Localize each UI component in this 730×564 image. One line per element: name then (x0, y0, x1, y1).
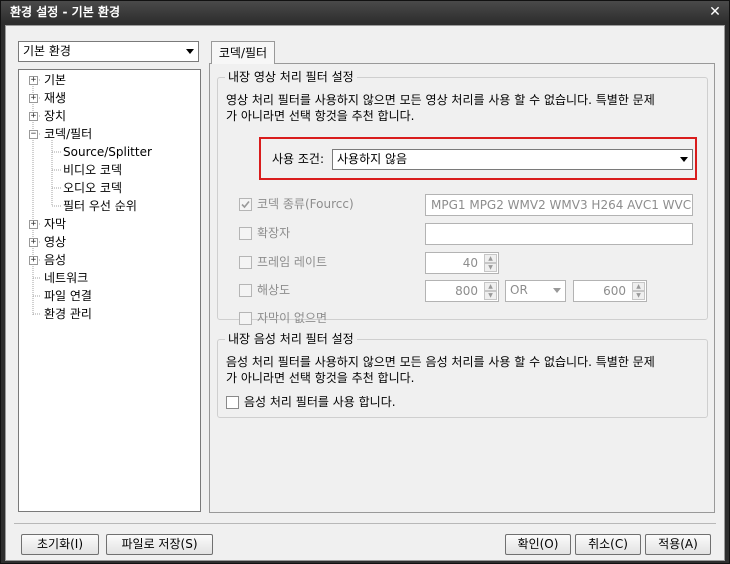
expand-icon[interactable]: + (29, 112, 38, 121)
chevron-down-icon (553, 288, 561, 293)
tree-item-audio[interactable]: 음성 (44, 252, 66, 268)
resolution-checkbox[interactable] (239, 284, 252, 297)
spin-up-icon[interactable]: ▲ (632, 282, 645, 291)
framerate-stepper[interactable]: 40 ▲ ▼ (425, 252, 499, 274)
ok-button[interactable]: 확인(O) (505, 534, 571, 555)
extension-label: 확장자 (257, 226, 291, 240)
resolution-height-stepper[interactable]: 600 ▲ ▼ (573, 280, 647, 302)
tab-codec-filter[interactable]: 코덱/필터 (211, 41, 275, 64)
tree-item-source-splitter[interactable]: Source/Splitter (63, 144, 152, 160)
usage-condition-select[interactable]: 사용하지 않음 (332, 149, 693, 170)
reset-button[interactable]: 초기화(I) (21, 534, 99, 555)
expand-icon[interactable]: + (29, 256, 38, 265)
apply-button[interactable]: 적용(A) (645, 534, 711, 555)
resolution-op-value: OR (510, 283, 528, 297)
tree-item-codec-filter[interactable]: 코덱/필터 (44, 126, 92, 142)
video-desc-line2: 가 아니라면 선택 항것을 추천 합니다. (226, 109, 415, 123)
resolution-width-stepper[interactable]: 800 ▲ ▼ (425, 280, 499, 302)
cancel-button[interactable]: 취소(C) (575, 534, 641, 555)
use-audio-filter-label: 음성 처리 필터를 사용 합니다. (244, 395, 396, 409)
audio-group-title: 내장 음성 처리 필터 설정 (225, 331, 357, 347)
spin-down-icon[interactable]: ▼ (484, 263, 497, 272)
video-filter-group: 내장 영상 처리 필터 설정 영상 처리 필터를 사용하지 않으면 모든 영상 … (217, 69, 708, 325)
codec-type-label: 코덱 종류(Fourcc) (257, 197, 354, 211)
no-subtitle-label: 자막이 없으면 (257, 311, 328, 325)
expand-icon[interactable]: + (29, 220, 38, 229)
tree-item-device[interactable]: 장치 (44, 108, 66, 124)
extension-checkbox[interactable] (239, 227, 252, 240)
resolution-height-value: 600 (603, 284, 626, 298)
resolution-label: 해상도 (257, 283, 291, 297)
extension-field[interactable] (425, 223, 693, 245)
tree-item-filter-priority[interactable]: 필터 우선 순위 (63, 198, 137, 214)
category-combo-value: 기본 환경 (23, 44, 71, 58)
framerate-value: 40 (462, 256, 478, 270)
tree-item-video-codec[interactable]: 비디오 코덱 (63, 162, 122, 178)
resolution-op-select[interactable]: OR (505, 280, 566, 302)
audio-desc-line1: 음성 처리 필터를 사용하지 않으면 모든 음성 처리를 사용 할 수 없습니다… (226, 355, 655, 369)
tree-item-video[interactable]: 영상 (44, 234, 66, 250)
save-to-file-button[interactable]: 파일로 저장(S) (106, 534, 213, 555)
audio-desc-line2: 가 아니라면 선택 항것을 추천 합니다. (226, 371, 415, 385)
tree-item-network[interactable]: 네트워크 (44, 270, 88, 286)
tree-item-audio-codec[interactable]: 오디오 코덱 (63, 180, 122, 196)
category-combo[interactable]: 기본 환경 (18, 41, 199, 62)
tree-item-subtitle[interactable]: 자막 (44, 216, 66, 232)
dialog-client: 기본 환경 + 기본 + 재생 + 장치 − 코덱/필터 Source/Spli… (5, 25, 725, 561)
no-subtitle-checkbox[interactable] (239, 312, 252, 325)
close-icon[interactable]: ✕ (707, 1, 723, 23)
video-group-title: 내장 영상 처리 필터 설정 (225, 69, 357, 85)
tree-item-file-association[interactable]: 파일 연결 (44, 288, 92, 304)
usage-condition-label: 사용 조건: (272, 152, 325, 166)
spin-up-icon[interactable]: ▲ (484, 254, 497, 263)
settings-tree[interactable]: + 기본 + 재생 + 장치 − 코덱/필터 Source/Splitter 비… (18, 69, 201, 512)
video-desc-line1: 영상 처리 필터를 사용하지 않으면 모든 영상 처리를 사용 할 수 없습니다… (226, 93, 655, 107)
chevron-down-icon (186, 49, 194, 54)
divider (14, 523, 716, 524)
title-bar[interactable]: 환경 설정 - 기본 환경 (1, 1, 729, 23)
resolution-width-value: 800 (455, 284, 478, 298)
framerate-label: 프레임 레이트 (257, 255, 328, 269)
chevron-down-icon (680, 157, 688, 162)
tree-item-basic[interactable]: 기본 (44, 72, 66, 88)
expand-icon[interactable]: + (29, 94, 38, 103)
spin-down-icon[interactable]: ▼ (632, 291, 645, 300)
expand-icon[interactable]: + (29, 238, 38, 247)
codec-type-field[interactable]: MPG1 MPG2 WMV2 WMV3 H264 AVC1 WVC1 (425, 194, 693, 216)
spin-down-icon[interactable]: ▼ (484, 291, 497, 300)
framerate-checkbox[interactable] (239, 256, 252, 269)
window-title: 환경 설정 - 기본 환경 (10, 5, 121, 19)
usage-condition-value: 사용하지 않음 (337, 152, 408, 166)
expand-icon[interactable]: + (29, 76, 38, 85)
settings-dialog: 환경 설정 - 기본 환경 ✕ 기본 환경 + 기본 + 재생 + 장치 − 코… (0, 0, 730, 564)
check-icon (241, 200, 250, 209)
codec-type-checkbox[interactable] (239, 198, 252, 211)
audio-filter-group: 내장 음성 처리 필터 설정 음성 처리 필터를 사용하지 않으면 모든 음성 … (217, 331, 708, 418)
tree-item-env-management[interactable]: 환경 관리 (44, 306, 92, 322)
tab-panel: 내장 영상 처리 필터 설정 영상 처리 필터를 사용하지 않으면 모든 영상 … (209, 63, 715, 513)
spin-up-icon[interactable]: ▲ (484, 282, 497, 291)
use-audio-filter-checkbox[interactable] (226, 396, 239, 409)
collapse-icon[interactable]: − (29, 130, 38, 139)
tree-item-playback[interactable]: 재생 (44, 90, 66, 106)
